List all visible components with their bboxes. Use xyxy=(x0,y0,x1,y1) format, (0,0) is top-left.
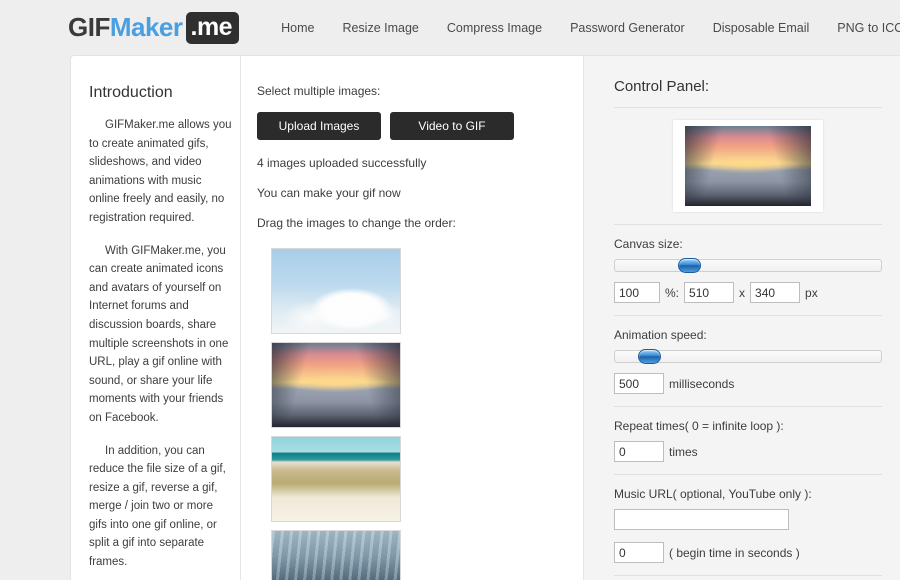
drag-order-note: Drag the images to change the order: xyxy=(257,216,456,230)
logo-text-me: .me xyxy=(185,11,240,44)
begin-time-input[interactable] xyxy=(614,542,664,563)
introduction-title: Introduction xyxy=(89,84,173,101)
preview-frame xyxy=(673,120,823,212)
water-thumbnail[interactable] xyxy=(271,530,401,580)
divider xyxy=(614,315,882,316)
upload-status-text: 4 images uploaded successfully xyxy=(257,156,427,170)
percent-unit-label: %: xyxy=(665,285,680,300)
thumbnail-list xyxy=(271,248,583,580)
ready-status-text: You can make your gif now xyxy=(257,186,401,200)
canvas-size-slider[interactable] xyxy=(614,258,882,273)
canvas-size-slider-handle[interactable] xyxy=(678,258,702,273)
upload-images-button[interactable]: Upload Images xyxy=(257,112,381,140)
logo-text-maker: Maker xyxy=(109,12,183,42)
nav-item-compress-image[interactable]: Compress Image xyxy=(433,17,556,39)
site-header: GIF Maker .me Home Resize Image Compress I… xyxy=(0,0,900,55)
divider xyxy=(614,224,882,225)
repeat-times-fields: times xyxy=(614,441,882,462)
divider xyxy=(614,406,882,407)
canvas-width-input[interactable] xyxy=(684,282,735,303)
divider xyxy=(614,107,882,108)
repeat-times-label: Repeat times( 0 = infinite loop ): xyxy=(614,419,784,433)
control-panel-title: Control Panel: xyxy=(614,78,710,95)
control-panel: Control Panel: Canvas size: %: x px Anim… xyxy=(583,56,900,580)
nav-item-disposable-email[interactable]: Disposable Email xyxy=(699,17,824,39)
sunset-waves-thumbnail[interactable] xyxy=(271,342,401,428)
animation-speed-slider-handle[interactable] xyxy=(637,349,661,364)
introduction-paragraph: With GIFMaker.me, you can create animate… xyxy=(89,244,229,424)
milliseconds-unit-label: milliseconds xyxy=(669,376,735,391)
preview-wrapper xyxy=(614,120,882,212)
canvas-size-label: Canvas size: xyxy=(614,237,683,251)
music-url-label: Music URL( optional, YouTube only ): xyxy=(614,487,812,501)
animation-speed-slider[interactable] xyxy=(614,349,882,364)
music-url-field-row xyxy=(614,509,882,530)
video-to-gif-button[interactable]: Video to GIF xyxy=(390,112,514,140)
logo-text-gif: GIF xyxy=(68,12,110,42)
upload-button-row: Upload Images Video to GIF xyxy=(257,112,583,140)
music-url-input[interactable] xyxy=(614,509,789,530)
introduction-paragraph: In addition, you can reduce the file siz… xyxy=(89,444,226,569)
canvas-size-fields: %: x px xyxy=(614,282,882,303)
upload-column: Select multiple images: Upload Images Vi… xyxy=(241,56,583,580)
nav-item-png-to-ico[interactable]: PNG to ICO xyxy=(823,17,900,39)
animation-speed-label: Animation speed: xyxy=(614,328,707,342)
introduction-paragraph: GIFMaker.me allows you to create animate… xyxy=(89,119,232,224)
content-panel: Introduction GIFMaker.me allows you to c… xyxy=(70,55,900,580)
introduction-column: Introduction GIFMaker.me allows you to c… xyxy=(71,56,241,580)
main-navigation: Home Resize Image Compress Image Passwor… xyxy=(267,17,900,39)
animation-speed-input[interactable] xyxy=(614,373,664,394)
animation-speed-fields: milliseconds xyxy=(614,373,882,394)
divider xyxy=(614,575,882,576)
canvas-percent-input[interactable] xyxy=(614,282,660,303)
clouds-thumbnail[interactable] xyxy=(271,248,401,334)
begin-time-fields: ( begin time in seconds ) xyxy=(614,542,882,563)
nav-item-password-generator[interactable]: Password Generator xyxy=(556,17,699,39)
repeat-times-input[interactable] xyxy=(614,441,664,462)
times-symbol-label: x xyxy=(739,285,746,300)
begin-time-note: ( begin time in seconds ) xyxy=(669,545,800,560)
times-unit-label: times xyxy=(669,444,698,459)
beach-dunes-thumbnail[interactable] xyxy=(271,436,401,522)
nav-item-home[interactable]: Home xyxy=(267,17,328,39)
canvas-height-input[interactable] xyxy=(750,282,801,303)
divider xyxy=(614,474,882,475)
select-images-label: Select multiple images: xyxy=(257,84,381,98)
gif-preview-image xyxy=(685,126,811,206)
px-unit-label: px xyxy=(805,285,818,300)
site-logo[interactable]: GIF Maker .me xyxy=(68,11,240,44)
nav-item-resize-image[interactable]: Resize Image xyxy=(328,17,432,39)
